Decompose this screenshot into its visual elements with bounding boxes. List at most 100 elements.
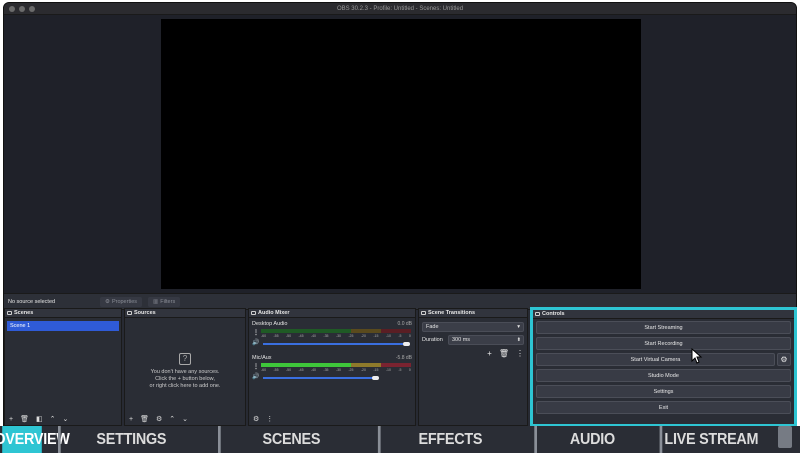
start-streaming-button[interactable]: Start Streaming	[536, 321, 791, 334]
tutorial-nav-bar: OVERVIEW SETTINGS SCENES EFFECTS AUDIO L…	[0, 426, 800, 453]
meter-tick-label: -55	[273, 368, 279, 372]
dock-icon	[251, 311, 256, 315]
scenes-header: Scenes	[5, 309, 121, 318]
transition-select[interactable]: Fade ▾	[422, 322, 524, 332]
trash-icon[interactable]: 🗑	[140, 415, 149, 423]
window-title: OBS 30.2.3 - Profile: Untitled - Scenes:…	[336, 5, 464, 12]
properties-button[interactable]: ⚙ Properties	[100, 296, 143, 307]
chevron-down-icon[interactable]: ⌄	[62, 415, 68, 423]
add-icon[interactable]: +	[129, 416, 133, 423]
preview-canvas[interactable]	[161, 19, 641, 289]
nav-effects[interactable]: EFFECTS	[377, 426, 520, 453]
meter-tick-label: -60	[261, 368, 267, 372]
filters-button[interactable]: ▥ Filters	[148, 296, 181, 307]
add-icon[interactable]: +	[9, 416, 13, 423]
sources-list[interactable]: ? You don't have any sources. Click the …	[125, 319, 245, 425]
gear-icon[interactable]: ⚙	[253, 415, 259, 423]
meter-tick-label: -45	[298, 368, 304, 372]
trash-icon[interactable]: 🗑	[499, 349, 509, 358]
duration-label: Duration	[422, 337, 443, 343]
meter-tick-label: -40	[310, 368, 316, 372]
duration-stepper[interactable]: 300 ms ⬍	[448, 335, 524, 345]
meter-tick-label: -35	[323, 334, 329, 338]
meter-tick-label: -20	[360, 368, 366, 372]
scenes-dock: Scenes Scene 1 + 🗑 ◧ ⌃ ⌄	[4, 308, 122, 426]
mixer-track-desktop: Desktop Audio 0.0 dB ⋮ -60 -55 -50 -45 -40 -3…	[249, 319, 415, 353]
settings-button[interactable]: Settings	[536, 385, 791, 398]
controls-title: Controls	[542, 311, 565, 317]
scenes-footer: + 🗑 ◧ ⌃ ⌄	[5, 413, 121, 425]
dock-icon	[127, 311, 132, 315]
volume-slider-knob[interactable]	[372, 376, 379, 380]
meter-tick-label: -10	[385, 368, 391, 372]
chevron-up-icon[interactable]: ⌃	[169, 415, 175, 423]
filter-icon[interactable]: ◧	[36, 415, 43, 423]
gear-icon: ⚙	[780, 355, 788, 364]
scene-transitions-header: Scene Transitions	[419, 309, 527, 318]
dock-icon	[7, 311, 12, 315]
meter-tick-label: -60	[261, 334, 267, 338]
nav-settings[interactable]: SETTINGS	[58, 426, 202, 453]
stepper-arrows-icon[interactable]: ⬍	[517, 337, 521, 343]
chevron-down-icon[interactable]: ⌄	[182, 415, 188, 423]
meter-tick-label: -20	[360, 334, 366, 338]
meter-tick-label: 0	[408, 368, 411, 372]
volume-slider-knob[interactable]	[403, 342, 410, 346]
chevron-up-icon[interactable]: ⌃	[50, 415, 56, 423]
speaker-icon[interactable]: 🔊	[252, 373, 259, 380]
nav-overview[interactable]: OVERVIEW	[0, 426, 70, 453]
meter-ticks: -60 -55 -50 -45 -40 -35 -30 -25 -20 -15 -10 -5 0	[261, 368, 411, 372]
title-bar: OBS 30.2.3 - Profile: Untitled - Scenes:…	[4, 3, 796, 15]
gear-icon: ⚙	[105, 298, 110, 305]
studio-mode-button[interactable]: Studio Mode	[536, 369, 791, 382]
nav-scenes[interactable]: SCENES	[218, 426, 362, 453]
mouse-cursor-icon	[691, 348, 703, 364]
gear-icon[interactable]: ⚙	[156, 415, 162, 423]
audio-mixer-title: Audio Mixer	[258, 310, 290, 316]
volume-slider[interactable]	[263, 343, 403, 345]
empty-sources-message: ? You don't have any sources. Click the …	[125, 353, 245, 390]
more-icon[interactable]: ⋮	[516, 349, 524, 358]
dock-icon	[535, 312, 540, 316]
empty-line-2: Click the + button below,	[155, 376, 215, 382]
more-icon[interactable]: ⋮	[253, 363, 259, 370]
nav-live-stream[interactable]: LIVE STREAM	[659, 426, 761, 453]
scene-transitions-title: Scene Transitions	[428, 310, 476, 316]
scroll-thumb[interactable]	[778, 426, 792, 448]
question-icon: ?	[179, 353, 191, 365]
controls-dock: Controls Start Streaming Start Recording…	[530, 307, 797, 427]
sources-footer: + 🗑 ⚙ ⌃ ⌄	[125, 413, 245, 425]
more-icon[interactable]: ⋮	[266, 415, 273, 423]
exit-button[interactable]: Exit	[536, 401, 791, 414]
start-recording-button[interactable]: Start Recording	[536, 337, 791, 350]
volume-meter	[261, 329, 411, 333]
chevron-down-icon: ▾	[517, 324, 520, 330]
sources-dock: Sources ? You don't have any sources. Cl…	[124, 308, 246, 426]
properties-label: Properties	[111, 298, 138, 305]
meter-ticks: -60 -55 -50 -45 -40 -35 -30 -25 -20 -15 -10 -5 0	[261, 334, 411, 338]
mixer-footer: ⚙ ⋮	[249, 413, 415, 425]
filter-icon: ▥	[153, 298, 159, 305]
trash-icon[interactable]: 🗑	[20, 415, 29, 423]
track-name: Mic/Aux	[252, 355, 272, 361]
start-virtual-camera-button[interactable]: Start Virtual Camera	[536, 353, 775, 366]
meter-tick-label: -15	[373, 368, 379, 372]
more-icon[interactable]: ⋮	[253, 329, 259, 336]
track-db: -5.8 dB	[395, 355, 412, 361]
audio-mixer-dock: Audio Mixer Desktop Audio 0.0 dB ⋮ -60 -5…	[248, 308, 416, 426]
transition-actions: + 🗑 ⋮	[487, 349, 524, 358]
nav-audio[interactable]: AUDIO	[534, 426, 647, 453]
meter-tick-label: -30	[335, 368, 341, 372]
scene-item[interactable]: Scene 1	[7, 321, 119, 331]
speaker-icon[interactable]: 🔊	[252, 339, 259, 346]
meter-tick-label: -15	[373, 334, 379, 338]
virtual-camera-settings-button[interactable]: ⚙	[777, 353, 791, 366]
meter-tick-label: -35	[323, 368, 329, 372]
volume-slider[interactable]	[263, 377, 375, 379]
add-icon[interactable]: +	[487, 349, 492, 358]
scenes-title: Scenes	[14, 310, 34, 316]
sources-title: Sources	[134, 310, 156, 316]
track-name: Desktop Audio	[252, 321, 288, 327]
meter-tick-label: -50	[285, 334, 292, 338]
track-db: 0.0 dB	[397, 321, 412, 327]
